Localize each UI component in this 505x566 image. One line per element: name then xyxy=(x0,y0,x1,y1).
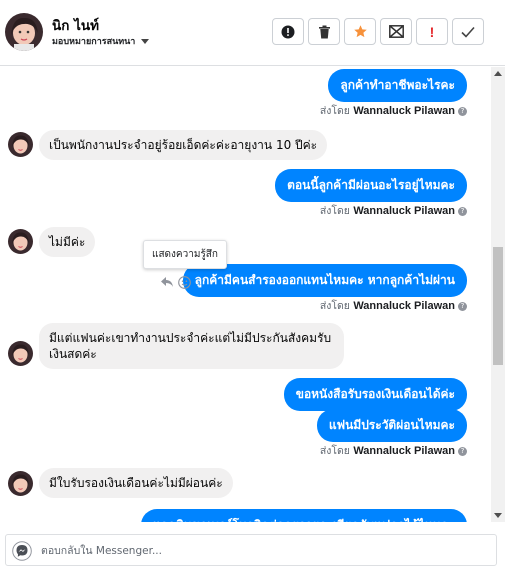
scrollbar-thumb[interactable] xyxy=(493,247,503,365)
message-bubble[interactable]: ตอนนี้ลูกค้ามีผ่อนอะไรอยู่ไหมคะ xyxy=(275,169,467,202)
check-icon xyxy=(461,26,475,38)
assign-conversation-dropdown[interactable]: มอบหมายการสนทนา xyxy=(52,34,150,48)
info-icon[interactable]: ? xyxy=(458,301,467,311)
avatar xyxy=(8,341,33,366)
spam-button[interactable]: ! xyxy=(416,18,448,45)
message-bubble[interactable]: ลูกค้ามีคนสำรองออกแทนไหมคะ หากลูกค้าไม่ผ… xyxy=(182,264,467,297)
conversation-header: นิก ไนท์ มอบหมายการสนทนา ! xyxy=(0,0,505,66)
message-bubble[interactable]: ขอหนังสือรับรองเงินเดือนได้ค่ะ xyxy=(283,378,467,411)
reply-icon[interactable] xyxy=(160,276,174,288)
message-incoming: ไม่มีค่ะ xyxy=(39,227,96,257)
message-bubble[interactable]: เป็นพนักงานประจำอยู่ร้อยเอ็ดค่ะค่ะอายุงา… xyxy=(39,130,328,160)
sent-by-line: ส่งโดย Wannaluck Pilawan? xyxy=(320,297,467,314)
reply-composer xyxy=(5,534,497,566)
star-button[interactable] xyxy=(344,18,376,45)
avatar xyxy=(8,229,33,254)
reaction-tooltip: แสดงความรู้สึก xyxy=(143,240,227,269)
message-bubble[interactable]: แอดมินขอเบอร์โทรติดต่อคุยรายละเอียดกับแฟ… xyxy=(140,509,467,522)
scroll-down-icon[interactable] xyxy=(494,513,502,518)
messenger-icon xyxy=(12,541,32,561)
message-bubble[interactable]: ลูกค้าทำอาชีพอะไรคะ xyxy=(328,69,467,102)
message-thread[interactable]: ลูกค้าทำอาชีพอะไรคะ ส่งโดย Wannaluck Pil… xyxy=(0,67,491,522)
report-button[interactable] xyxy=(272,18,304,45)
done-button[interactable] xyxy=(452,18,484,45)
trash-icon xyxy=(318,25,330,38)
info-icon[interactable]: ? xyxy=(458,206,467,216)
delete-button[interactable] xyxy=(308,18,340,45)
smiley-icon[interactable] xyxy=(178,276,191,289)
message-bubble[interactable]: ไม่มีค่ะ xyxy=(39,227,96,257)
contact-avatar[interactable] xyxy=(5,13,43,51)
message-outgoing: แอดมินขอเบอร์โทรติดต่อคุยรายละเอียดกับแฟ… xyxy=(140,509,467,522)
scroll-up-icon[interactable] xyxy=(494,71,502,76)
exclamation-icon: ! xyxy=(429,23,435,40)
envelope-x-icon xyxy=(388,25,404,38)
sent-by-line: ส่งโดย Wannaluck Pilawan? xyxy=(320,202,467,219)
message-incoming: มีแต่แฟนค่ะเขาทำงานประจำค่ะแต่ไม่มีประกั… xyxy=(39,323,344,369)
action-toolbar: ! xyxy=(272,18,488,45)
alert-circle-icon xyxy=(281,25,295,38)
message-incoming: เป็นพนักงานประจำอยู่ร้อยเอ็ดค่ะค่ะอายุงา… xyxy=(39,130,328,160)
message-outgoing: ขอหนังสือรับรองเงินเดือนได้ค่ะ xyxy=(283,378,467,411)
assign-label: มอบหมายการสนทนา xyxy=(52,37,136,47)
message-incoming: มีใบรับรองเงินเดือนค่ะไม่มีผ่อนค่ะ xyxy=(39,468,233,498)
info-icon[interactable]: ? xyxy=(458,106,467,116)
mark-unread-button[interactable] xyxy=(380,18,412,45)
info-icon[interactable]: ? xyxy=(458,446,467,456)
message-bubble[interactable]: มีใบรับรองเงินเดือนค่ะไม่มีผ่อนค่ะ xyxy=(39,468,233,498)
avatar xyxy=(8,471,33,496)
sent-by-line: ส่งโดย Wannaluck Pilawan? xyxy=(320,442,467,459)
sent-by-line: ส่งโดย Wannaluck Pilawan? xyxy=(320,102,467,119)
message-bubble[interactable]: มีแต่แฟนค่ะเขาทำงานประจำค่ะแต่ไม่มีประกั… xyxy=(39,323,344,369)
message-outgoing: ลูกค้ามีคนสำรองออกแทนไหมคะ หากลูกค้าไม่ผ… xyxy=(182,264,467,297)
reply-input[interactable] xyxy=(41,541,481,561)
caret-down-icon xyxy=(141,39,150,44)
message-outgoing: แฟนมีประวัติผ่อนไหมคะ xyxy=(316,409,467,442)
thread-scrollbar[interactable] xyxy=(491,67,505,522)
avatar xyxy=(8,132,33,157)
contact-name[interactable]: นิก ไนท์ xyxy=(52,14,99,36)
message-outgoing: ลูกค้าทำอาชีพอะไรคะ xyxy=(328,69,467,102)
message-bubble[interactable]: แฟนมีประวัติผ่อนไหมคะ xyxy=(316,409,467,442)
star-icon xyxy=(353,25,367,38)
message-outgoing: ตอนนี้ลูกค้ามีผ่อนอะไรอยู่ไหมคะ xyxy=(275,169,467,202)
